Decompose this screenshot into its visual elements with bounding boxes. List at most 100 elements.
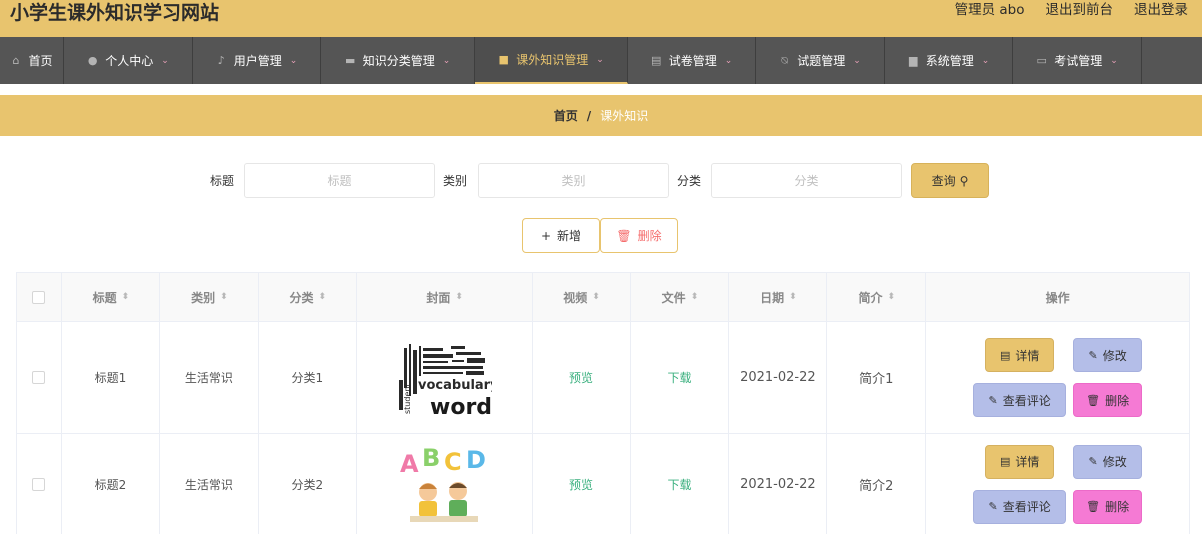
message-icon: ▭ (1036, 54, 1047, 67)
nav-item-exam-management[interactable]: ▭ 考试管理 ⌄ (1013, 37, 1142, 84)
table-row: 标题2 生活常识 分类2 A B C D 预览 下载 2021-02-22 简介… (17, 434, 1191, 534)
column-title: 视频 (563, 290, 588, 305)
admin-label: 管理员 abo (954, 2, 1025, 18)
nav-label: 知识分类管理 (362, 54, 435, 68)
column-title: 简介 (858, 290, 883, 305)
batch-delete-button[interactable]: 🗑 删除 (600, 218, 678, 253)
pencil-icon: ✎ (1088, 455, 1098, 468)
nav-label: 用户管理 (233, 54, 282, 68)
nav-item-user-management[interactable]: ♪ 用户管理 ⌄ (193, 37, 321, 84)
column-title: 日期 (760, 290, 785, 305)
column-title: 封面 (426, 290, 451, 305)
column-header[interactable]: 日期 ⬍ (729, 273, 828, 321)
category-label: 类别 (443, 174, 468, 188)
nav-item-paper-management[interactable]: ▤ 试卷管理 ⌄ (628, 37, 756, 84)
row-checkbox[interactable] (32, 371, 46, 384)
edit-button[interactable]: ✎ 修改 (1073, 444, 1143, 479)
class-search-input[interactable] (711, 163, 902, 198)
document-icon: ▤ (651, 54, 662, 67)
chevron-down-icon: ⌄ (853, 55, 861, 66)
category-search-input[interactable] (478, 163, 669, 198)
svg-text:vocabulary: vocabulary (418, 378, 492, 393)
header-checkbox-cell (17, 273, 62, 321)
delete-button[interactable]: 🗑 删除 (1073, 489, 1143, 524)
intro-cell: 简介1 (827, 322, 927, 433)
row-checkbox[interactable] (32, 477, 46, 491)
edit-label: 修改 (1102, 348, 1127, 363)
row-checkbox-cell (17, 434, 62, 534)
edit-label: 修改 (1102, 455, 1127, 469)
nav-item-system-management[interactable]: ▆ 系统管理 ⌄ (885, 37, 1013, 84)
back-to-front-link[interactable]: 退出到前台 (1046, 0, 1114, 22)
chat-icon: ▬ (345, 54, 356, 67)
sort-icon: ⬍ (121, 292, 129, 302)
breadcrumb-home[interactable]: 首页 (554, 107, 578, 124)
delete-button[interactable]: 🗑 删除 (1073, 383, 1143, 417)
trash-icon: 🗑 (616, 228, 632, 243)
nav-label: 个人中心 (105, 54, 154, 68)
view-comments-button[interactable]: ✎ 查看评论 (973, 383, 1067, 417)
site-title: 小学生课外知识学习网站 (10, 2, 220, 24)
title-search-input[interactable] (244, 163, 435, 198)
cover-cell: A B C D (357, 434, 533, 534)
breadcrumb: 首页 / 课外知识 (0, 95, 1202, 136)
title-cell: 标题1 (62, 322, 160, 433)
pencil-icon: ✎ (988, 500, 998, 513)
class-label: 分类 (677, 174, 702, 188)
nav-item-extracurricular-knowledge[interactable]: ■ 课外知识管理 ⌄ (475, 37, 628, 84)
delete-label: 删除 (1105, 500, 1130, 514)
chevron-down-icon: ⌄ (161, 55, 169, 66)
svg-text:words: words (430, 395, 492, 418)
nav-label: 系统管理 (925, 54, 974, 68)
svg-text:A: A (400, 450, 419, 478)
view-comments-button[interactable]: ✎ 查看评论 (973, 489, 1067, 524)
trash-icon: 🗑 (1086, 393, 1101, 407)
logout-link[interactable]: 退出登录 (1134, 0, 1188, 22)
sort-icon: ⬍ (318, 292, 326, 302)
table-row: 标题1 生活常识 分类1 vocabulary words student (17, 322, 1191, 434)
file-download-link[interactable]: 下载 (631, 434, 730, 534)
column-header[interactable]: 封面 ⬍ (357, 273, 533, 321)
title-label: 标题 (210, 174, 235, 188)
column-header[interactable]: 类别 ⬍ (160, 273, 259, 321)
nav-item-knowledge-category[interactable]: ▬ 知识分类管理 ⌄ (321, 37, 475, 84)
sort-icon: ⬍ (690, 292, 698, 302)
document-icon: ▤ (999, 455, 1011, 468)
type-cell: 生活常识 (160, 434, 259, 534)
video-preview-link[interactable]: 预览 (533, 322, 631, 433)
column-header[interactable]: 简介 ⬍ (827, 273, 927, 321)
column-header[interactable]: 文件 ⬍ (631, 273, 730, 321)
detail-button[interactable]: ▤ 详情 (985, 338, 1055, 372)
words-wordcloud-image: vocabulary words student (396, 337, 493, 418)
comment-label: 查看评论 (1002, 393, 1051, 408)
select-all-checkbox[interactable] (32, 290, 46, 304)
chevron-down-icon: ⌄ (1110, 55, 1118, 66)
add-button[interactable]: + 新增 (522, 218, 600, 253)
nav-label: 试题管理 (797, 54, 846, 68)
pencil-icon: ✎ (988, 393, 998, 407)
nav-item-personal-center[interactable]: ● 个人中心 ⌄ (64, 37, 193, 84)
nav-label: 首页 (28, 54, 53, 68)
date-cell: 2021-02-22 (729, 322, 828, 433)
row-actions: ▤ 详情 ✎ 修改 ✎ 查看评论 🗑 删除 (973, 338, 1143, 417)
detail-label: 详情 (1015, 455, 1040, 469)
chevron-down-icon: ⌄ (724, 55, 733, 66)
video-preview-link[interactable]: 预览 (533, 434, 631, 534)
sort-icon: ⬍ (455, 292, 462, 302)
nav-label: 考试管理 (1054, 54, 1103, 68)
briefcase-icon: ▆ (908, 54, 918, 67)
detail-button[interactable]: ▤ 详情 (985, 444, 1055, 479)
query-button[interactable]: 查询 ⚲ (911, 163, 989, 198)
sort-icon: ⬍ (592, 292, 599, 302)
file-download-link[interactable]: 下载 (631, 322, 730, 433)
nav-item-home[interactable]: ⌂ 首页 (0, 37, 64, 84)
column-header[interactable]: 标题 ⬍ (62, 273, 160, 321)
microphone-icon: ♪ (217, 54, 225, 67)
add-label: 新增 (557, 229, 582, 243)
pencil-icon: ✎ (1088, 348, 1098, 362)
nav-item-question-management[interactable]: ⍉ 试题管理 ⌄ (756, 37, 885, 84)
column-header[interactable]: 视频 ⬍ (533, 273, 631, 321)
date-cell: 2021-02-22 (729, 434, 828, 534)
edit-button[interactable]: ✎ 修改 (1073, 338, 1143, 372)
column-header[interactable]: 分类 ⬍ (259, 273, 357, 321)
